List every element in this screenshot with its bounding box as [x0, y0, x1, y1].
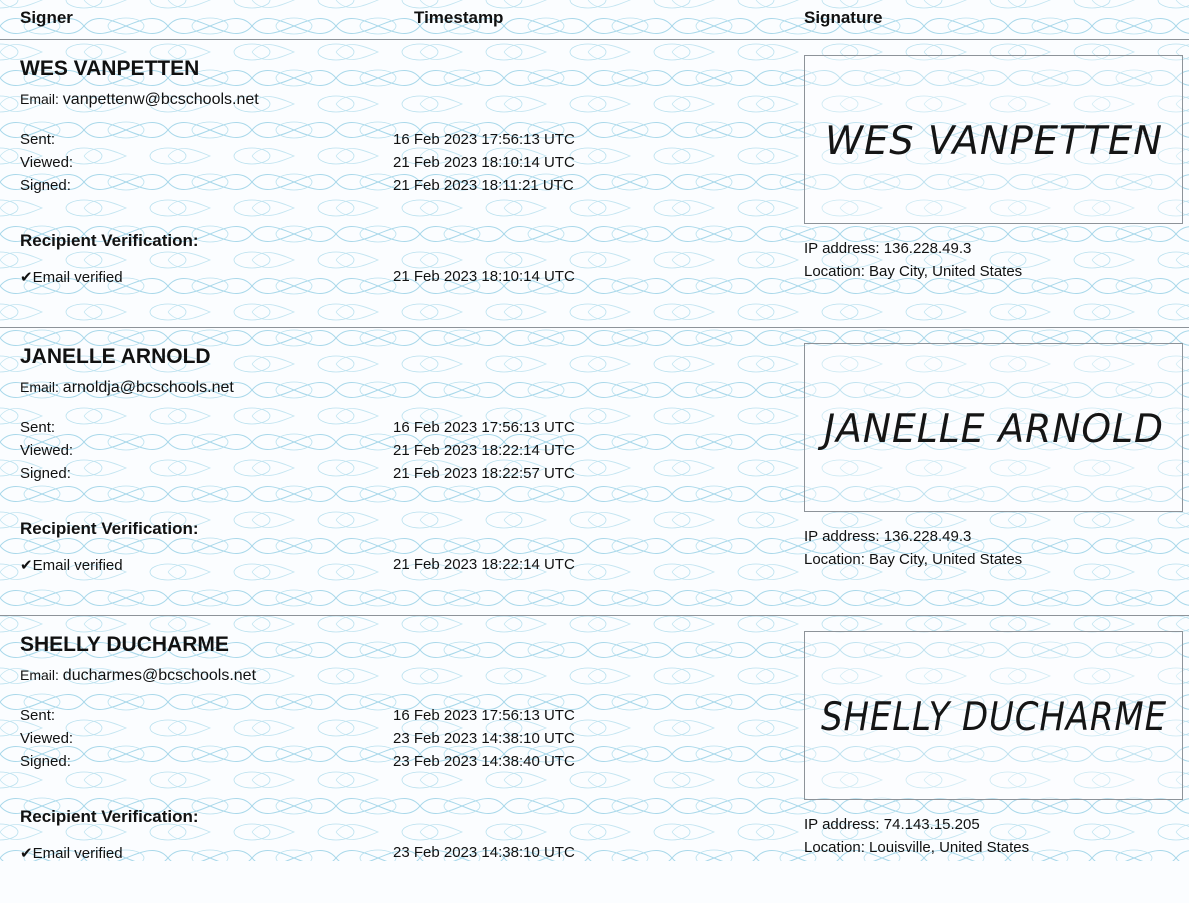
sent-row: Sent: 16 Feb 2023 17:56:13 UTC: [20, 707, 780, 729]
viewed-timestamp: 21 Feb 2023 18:10:14 UTC: [393, 154, 575, 171]
email-verified-row: ✔Email verified 21 Feb 2023 18:22:14 UTC: [20, 556, 780, 578]
signature-text: JANELLE ARNOLD: [817, 407, 1164, 452]
signature-box: JANELLE ARNOLD: [804, 343, 1183, 512]
signature-image: WES VANPETTEN: [825, 119, 1163, 164]
email-address: ducharmes@bcschools.net: [62, 667, 257, 684]
viewed-row: Viewed: 21 Feb 2023 18:22:14 UTC: [20, 442, 780, 464]
sent-row: Sent: 16 Feb 2023 17:56:13 UTC: [20, 419, 780, 441]
location: Location: Louisville, United States: [804, 839, 1030, 856]
signed-label: Signed:: [20, 177, 71, 194]
email-verified-row: ✔Email verified 23 Feb 2023 14:38:10 UTC: [20, 844, 780, 866]
sent-row: Sent: 16 Feb 2023 17:56:13 UTC: [20, 131, 780, 153]
ip-address: IP address: 74.143.15.205: [804, 816, 980, 833]
email-verified-timestamp: 21 Feb 2023 18:10:14 UTC: [393, 268, 575, 285]
viewed-label: Viewed:: [20, 442, 74, 459]
email-verified-label: ✔Email verified: [20, 557, 123, 574]
recipient-verification-heading: Recipient Verification:: [20, 519, 199, 538]
recipient-verification-heading: Recipient Verification:: [20, 231, 199, 250]
signer-name: WES VANPETTEN: [20, 57, 200, 80]
location: Location: Bay City, United States: [804, 263, 1023, 280]
signer-email: Email: arnoldja@bcschools.net: [20, 379, 234, 397]
location: Location: Bay City, United States: [804, 551, 1023, 568]
email-address: vanpettenw@bcschools.net: [62, 91, 259, 108]
viewed-label: Viewed:: [20, 730, 74, 747]
email-label: Email:: [20, 667, 63, 683]
signed-timestamp: 21 Feb 2023 18:22:57 UTC: [393, 465, 575, 482]
email-verified-row: ✔Email verified 21 Feb 2023 18:10:14 UTC: [20, 268, 780, 290]
signed-row: Signed: 23 Feb 2023 14:38:40 UTC: [20, 753, 780, 775]
email-verified-label: ✔Email verified: [20, 269, 123, 286]
signed-label: Signed:: [20, 465, 71, 482]
signature-box: SHELLY DUCHARME: [804, 631, 1183, 800]
email-verified-timestamp: 21 Feb 2023 18:22:14 UTC: [393, 556, 575, 573]
signer-email: Email: vanpettenw@bcschools.net: [20, 91, 259, 109]
email-address: arnoldja@bcschools.net: [62, 379, 234, 396]
signer-section: JANELLE ARNOLD Email: arnoldja@bcschools…: [0, 328, 1189, 616]
table-header: Signer Timestamp Signature: [0, 0, 1189, 40]
signature-image: JANELLE ARNOLD: [817, 407, 1164, 452]
ip-address: IP address: 136.228.49.3: [804, 240, 972, 257]
viewed-row: Viewed: 21 Feb 2023 18:10:14 UTC: [20, 154, 780, 176]
viewed-timestamp: 23 Feb 2023 14:38:10 UTC: [393, 730, 575, 747]
signed-row: Signed: 21 Feb 2023 18:11:21 UTC: [20, 177, 780, 199]
signer-section: WES VANPETTEN Email: vanpettenw@bcschool…: [0, 40, 1189, 328]
ip-address: IP address: 136.228.49.3: [804, 528, 972, 545]
viewed-timestamp: 21 Feb 2023 18:22:14 UTC: [393, 442, 575, 459]
sent-timestamp: 16 Feb 2023 17:56:13 UTC: [393, 419, 575, 436]
signed-label: Signed:: [20, 753, 71, 770]
viewed-label: Viewed:: [20, 154, 74, 171]
header-timestamp: Timestamp: [414, 8, 504, 27]
recipient-verification-heading: Recipient Verification:: [20, 807, 199, 826]
signed-timestamp: 21 Feb 2023 18:11:21 UTC: [393, 177, 574, 194]
viewed-row: Viewed: 23 Feb 2023 14:38:10 UTC: [20, 730, 780, 752]
header-signature: Signature: [804, 8, 883, 27]
signed-row: Signed: 21 Feb 2023 18:22:57 UTC: [20, 465, 780, 487]
signed-timestamp: 23 Feb 2023 14:38:40 UTC: [393, 753, 575, 770]
sent-timestamp: 16 Feb 2023 17:56:13 UTC: [393, 131, 575, 148]
sent-label: Sent:: [20, 707, 56, 724]
signature-image: SHELLY DUCHARME: [821, 695, 1167, 740]
signature-text: SHELLY DUCHARME: [821, 695, 1167, 740]
signer-section: SHELLY DUCHARME Email: ducharmes@bcschoo…: [0, 616, 1189, 903]
email-verified-label: ✔Email verified: [20, 845, 123, 862]
signer-name: JANELLE ARNOLD: [20, 345, 211, 368]
email-verified-timestamp: 23 Feb 2023 14:38:10 UTC: [393, 844, 575, 861]
signature-text: WES VANPETTEN: [825, 119, 1163, 164]
signer-email: Email: ducharmes@bcschools.net: [20, 667, 256, 685]
sent-timestamp: 16 Feb 2023 17:56:13 UTC: [393, 707, 575, 724]
email-label: Email:: [20, 91, 63, 107]
signature-box: WES VANPETTEN: [804, 55, 1183, 224]
signer-name: SHELLY DUCHARME: [20, 633, 229, 656]
email-label: Email:: [20, 379, 63, 395]
sent-label: Sent:: [20, 419, 56, 436]
header-signer: Signer: [20, 8, 73, 27]
sent-label: Sent:: [20, 131, 56, 148]
